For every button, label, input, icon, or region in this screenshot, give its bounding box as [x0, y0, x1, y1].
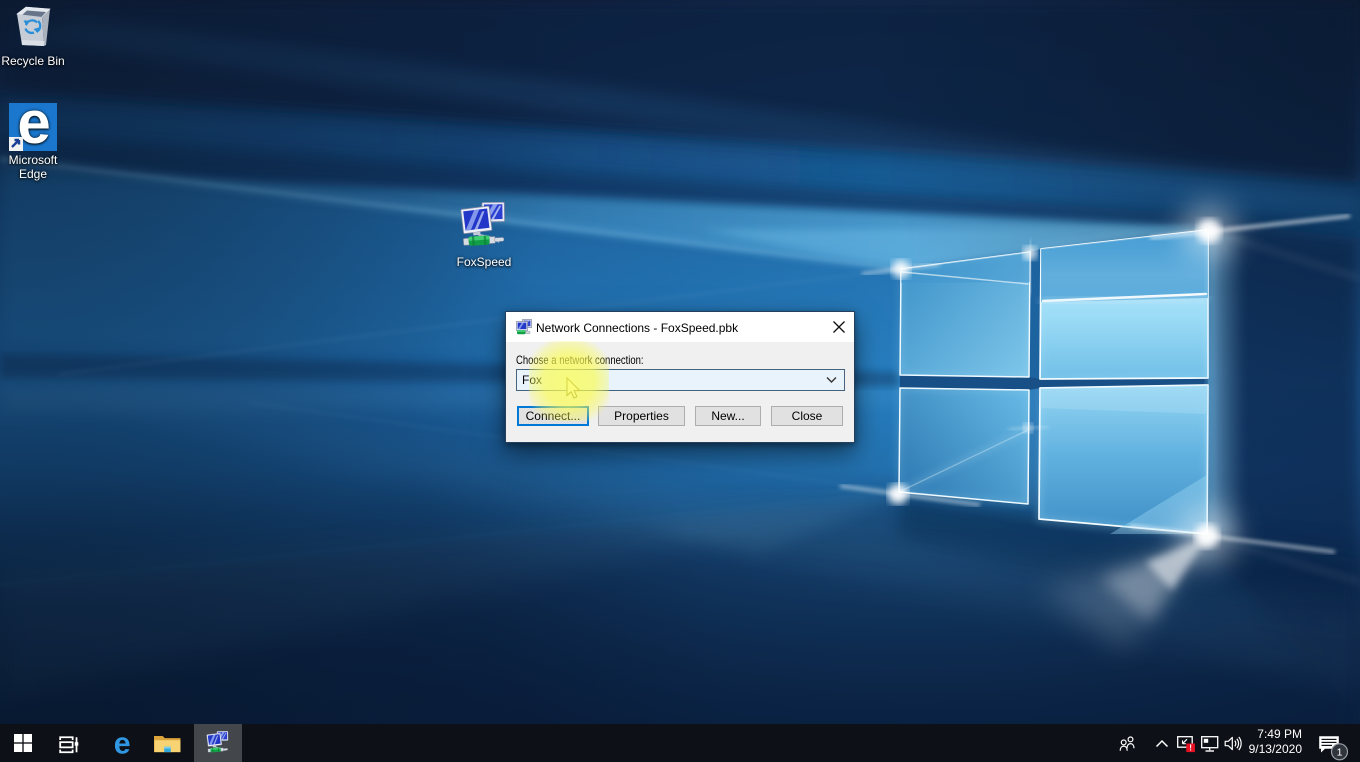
svg-text:e: e	[114, 730, 131, 756]
svg-text:!: !	[1189, 743, 1192, 752]
svg-text:1: 1	[1337, 747, 1343, 759]
